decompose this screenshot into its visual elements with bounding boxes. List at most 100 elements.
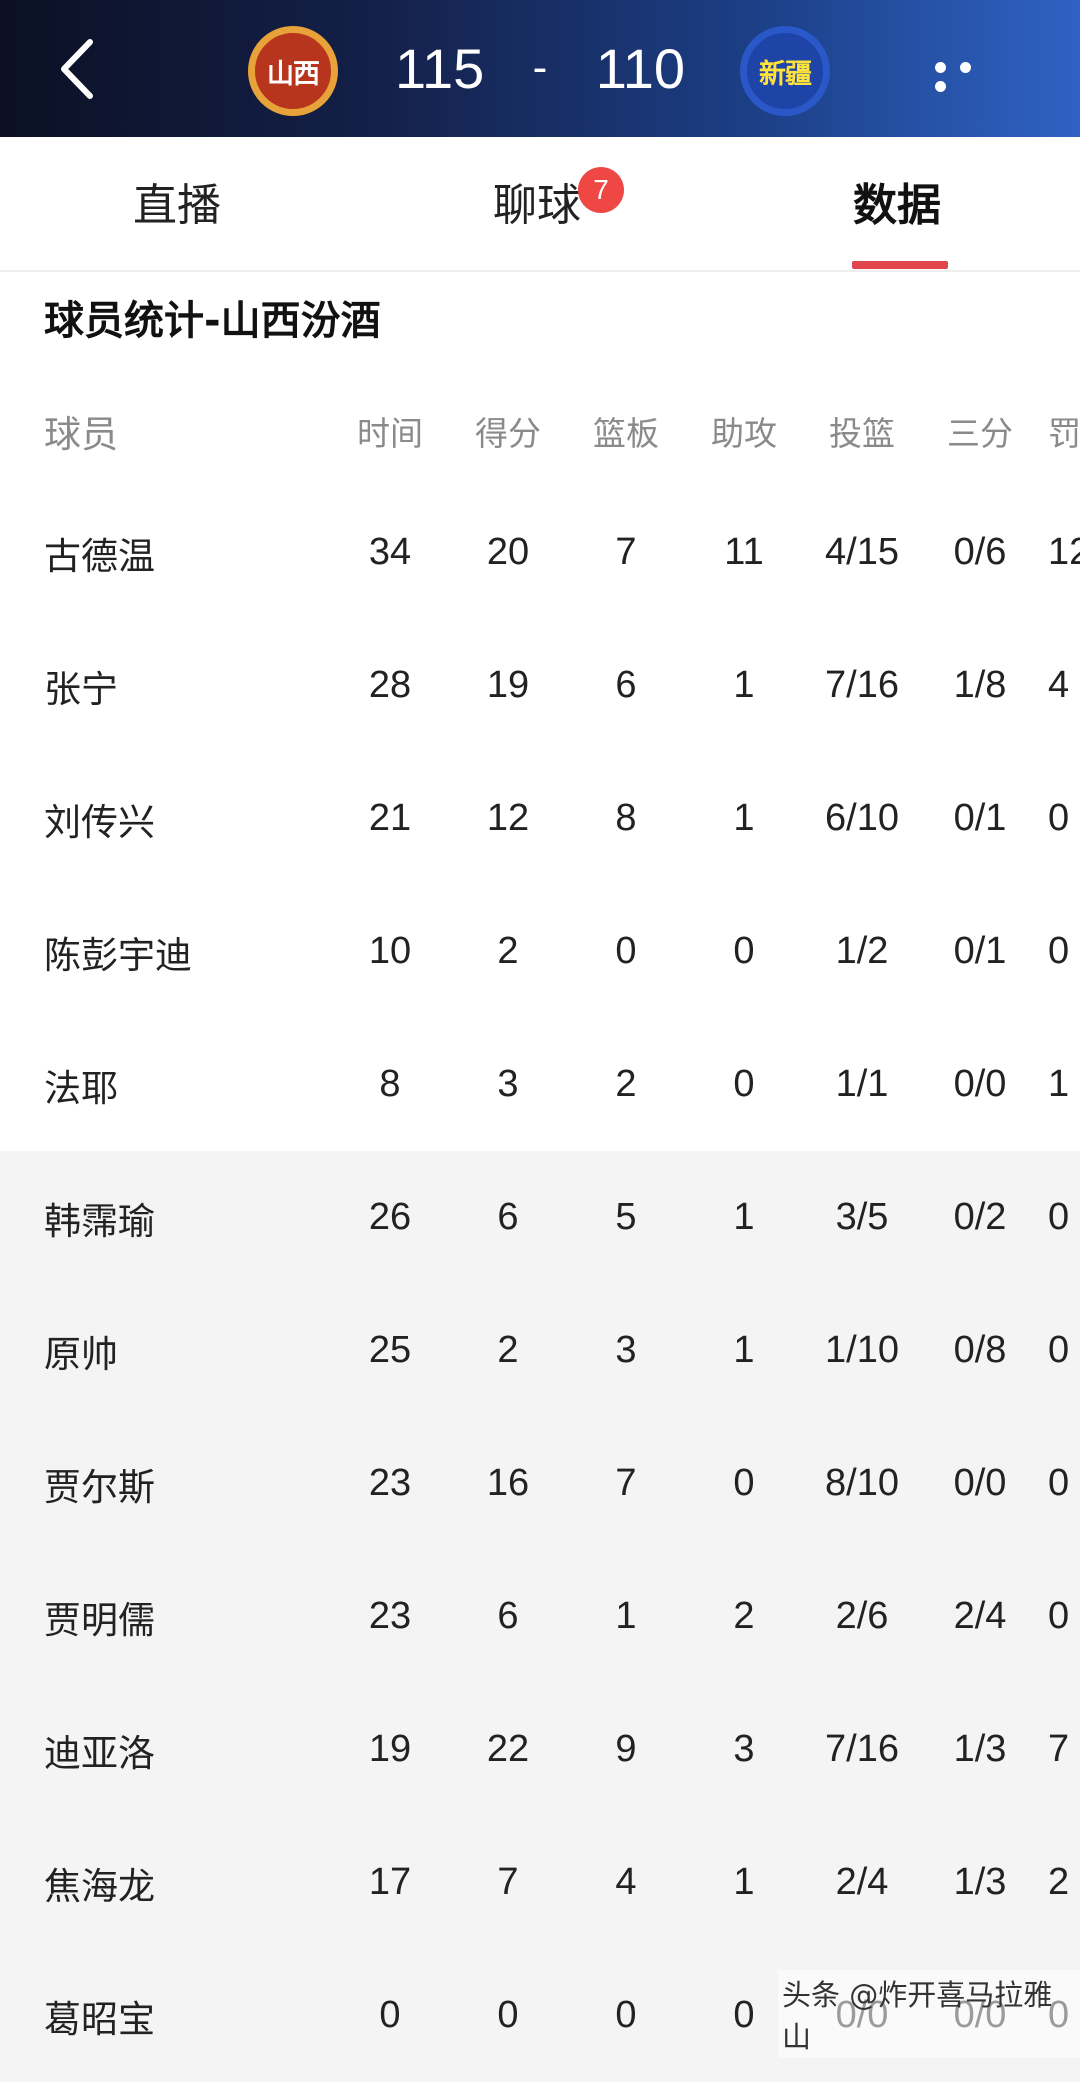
stat-rebounds: 8: [615, 797, 637, 839]
stat-assists: 3: [733, 1728, 755, 1770]
player-name[interactable]: 刘传兴: [44, 752, 155, 885]
stat-rebounds: 7: [615, 531, 637, 573]
stat-three-pointers: 0/1: [953, 930, 1007, 972]
stat-rebounds: 3: [615, 1329, 637, 1371]
stat-assists: 0: [733, 1462, 755, 1504]
stat-points: 3: [497, 1063, 519, 1105]
player-name[interactable]: 葛昭宝: [44, 1949, 155, 2082]
score-header: 山西 115 - 110 新疆: [0, 0, 1080, 137]
player-name[interactable]: 原帅: [44, 1284, 118, 1417]
stat-rebounds: 5: [615, 1196, 637, 1238]
home-score: 115: [395, 36, 485, 100]
column-header-rebounds: 篮板: [593, 414, 659, 453]
stat-minutes: 23: [368, 1595, 412, 1637]
stat-minutes: 19: [368, 1728, 412, 1770]
stat-three-pointers: 0/6: [953, 531, 1007, 573]
stat-rebounds: 1: [615, 1595, 637, 1637]
player-name[interactable]: 古德温: [44, 486, 155, 619]
stat-rebounds: 0: [615, 1994, 637, 2036]
stat-assists: 11: [724, 531, 764, 573]
stat-minutes: 8: [379, 1063, 401, 1105]
stat-assists: 1: [733, 1329, 755, 1371]
table-row[interactable]: 贾尔斯 23 16 7 0 8/10 0/0 0: [0, 1417, 1080, 1550]
table-row[interactable]: 法耶 8 3 2 0 1/1 0/0 1: [0, 1018, 1080, 1151]
player-name[interactable]: 法耶: [44, 1018, 118, 1151]
stat-free-throws: 7: [1048, 1728, 1070, 1770]
stat-points: 6: [497, 1196, 519, 1238]
stat-points: 20: [486, 531, 530, 573]
table-row[interactable]: 张宁 28 19 6 1 7/16 1/8 4: [0, 619, 1080, 752]
stat-points: 0: [497, 1994, 519, 2036]
score-separator: -: [532, 43, 548, 92]
stat-minutes: 25: [368, 1329, 412, 1371]
stat-field-goals: 1/10: [825, 1329, 899, 1371]
table-row[interactable]: 贾明儒 23 6 1 2 2/6 2/4 0: [0, 1550, 1080, 1683]
player-name[interactable]: 陈彭宇迪: [44, 885, 192, 1018]
stat-assists: 1: [733, 1196, 755, 1238]
stat-field-goals: 7/16: [825, 664, 899, 706]
home-team-logo[interactable]: 山西: [248, 26, 338, 116]
table-header-row: 球员 时间 得分 篮板 助攻 投篮 三分 罚: [0, 376, 1080, 486]
tab-stats[interactable]: 数据: [853, 169, 941, 233]
stat-free-throws: 1: [1048, 1063, 1070, 1105]
stat-points: 16: [486, 1462, 530, 1504]
more-options-icon[interactable]: [935, 58, 1005, 92]
stat-free-throws: 2: [1048, 1861, 1070, 1903]
player-name[interactable]: 焦海龙: [44, 1816, 155, 1949]
stat-three-pointers: 0/1: [953, 797, 1007, 839]
stat-points: 2: [497, 1329, 519, 1371]
stat-field-goals: 6/10: [825, 797, 899, 839]
stat-minutes: 17: [368, 1861, 412, 1903]
active-tab-indicator: [852, 261, 948, 269]
table-row[interactable]: 焦海龙 17 7 4 1 2/4 1/3 2: [0, 1816, 1080, 1949]
stat-field-goals: 3/5: [835, 1196, 889, 1238]
stat-three-pointers: 0/0: [953, 1462, 1007, 1504]
table-row[interactable]: 原帅 25 2 3 1 1/10 0/8 0: [0, 1284, 1080, 1417]
stat-minutes: 23: [368, 1462, 412, 1504]
player-name[interactable]: 贾明儒: [44, 1550, 155, 1683]
stat-free-throws: 4: [1048, 664, 1070, 706]
table-row[interactable]: 迪亚洛 19 22 9 3 7/16 1/3 7: [0, 1683, 1080, 1816]
table-row[interactable]: 刘传兴 21 12 8 1 6/10 0/1 0: [0, 752, 1080, 885]
stat-three-pointers: 1/3: [953, 1728, 1007, 1770]
stat-rebounds: 7: [615, 1462, 637, 1504]
column-header-free-throws: 罚: [1048, 414, 1080, 453]
stat-three-pointers: 1/8: [953, 664, 1007, 706]
stat-field-goals: 1/1: [835, 1063, 889, 1105]
table-row[interactable]: 古德温 34 20 7 11 4/15 0/6 12: [0, 486, 1080, 619]
column-header-three-pointers: 三分: [947, 414, 1013, 453]
stat-three-pointers: 1/3: [953, 1861, 1007, 1903]
stat-assists: 1: [733, 1861, 755, 1903]
stat-three-pointers: 0/0: [953, 1063, 1007, 1105]
player-stats-table: 球员 时间 得分 篮板 助攻 投篮 三分 罚 古德温 34 20 7 11 4/15 0/6…: [0, 376, 1080, 2082]
stat-minutes: 34: [368, 531, 412, 573]
stat-points: 22: [486, 1728, 530, 1770]
away-team-logo-text: 新疆: [759, 58, 812, 90]
table-row[interactable]: 韩霈瑜 26 6 5 1 3/5 0/2 0: [0, 1151, 1080, 1284]
stat-points: 7: [497, 1861, 519, 1903]
watermark: 头条 @炸开喜马拉雅山: [778, 1970, 1080, 2058]
stat-rebounds: 9: [615, 1728, 637, 1770]
stat-free-throws: 0: [1048, 1329, 1070, 1371]
stat-field-goals: 1/2: [835, 930, 889, 972]
stat-points: 2: [497, 930, 519, 972]
stat-rebounds: 6: [615, 664, 637, 706]
away-team-logo[interactable]: 新疆: [740, 26, 830, 116]
player-name[interactable]: 张宁: [44, 619, 118, 752]
stat-assists: 0: [733, 1063, 755, 1105]
stat-field-goals: 8/10: [825, 1462, 899, 1504]
stat-free-throws: 0: [1048, 930, 1070, 972]
tab-live[interactable]: 直播: [133, 169, 221, 233]
tab-chat[interactable]: 聊球: [493, 169, 581, 233]
stat-rebounds: 0: [615, 930, 637, 972]
player-name[interactable]: 韩霈瑜: [44, 1151, 155, 1284]
table-row[interactable]: 陈彭宇迪 10 2 0 0 1/2 0/1 0: [0, 885, 1080, 1018]
home-team-logo-text: 山西: [267, 58, 320, 90]
back-arrow-icon[interactable]: [52, 34, 102, 104]
player-name[interactable]: 迪亚洛: [44, 1683, 155, 1816]
player-name[interactable]: 贾尔斯: [44, 1417, 155, 1550]
stat-points: 6: [497, 1595, 519, 1637]
stat-minutes: 28: [368, 664, 412, 706]
section-title: 球员统计-山西汾酒: [44, 298, 381, 344]
stat-three-pointers: 2/4: [953, 1595, 1007, 1637]
